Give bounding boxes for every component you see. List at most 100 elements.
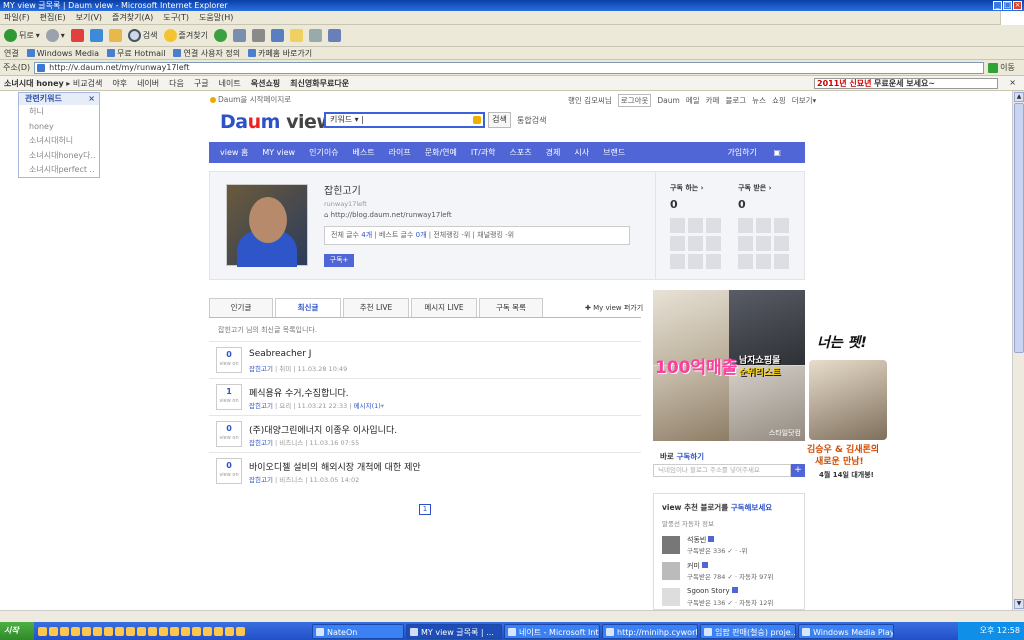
quick-launch-icon[interactable]	[115, 626, 124, 636]
close-button[interactable]: ×	[1013, 1, 1022, 10]
quick-launch-icon[interactable]	[181, 626, 190, 636]
link-cafe-home[interactable]: 카페홈 바로가기	[248, 48, 312, 59]
daum-view-logo[interactable]: Daum view	[220, 111, 334, 133]
search-button[interactable]: 검색	[488, 112, 511, 128]
view-on-count[interactable]: 0 view on	[216, 458, 242, 484]
daumbar-naver[interactable]: 네이버	[137, 78, 159, 89]
menu-favorites[interactable]: 즐겨찾기(A)	[112, 12, 153, 23]
task-ie-nate[interactable]: 네이트 - Microsoft Int...	[504, 623, 600, 639]
nav-best[interactable]: 베스트	[353, 147, 375, 158]
task-project[interactable]: 임팝 판매(철숭) proje...	[700, 623, 796, 639]
search-button[interactable]: 검색	[127, 29, 158, 42]
menu-help[interactable]: 도움말(H)	[199, 12, 233, 23]
quick-launch-icon[interactable]	[203, 626, 212, 636]
daumbar-nate[interactable]: 네이트	[219, 78, 241, 89]
top-link-news[interactable]: 뉴스	[752, 95, 766, 106]
keyword-item[interactable]: honey	[19, 120, 99, 135]
quick-launch-icon[interactable]	[60, 626, 69, 636]
messenger-icon[interactable]	[327, 29, 341, 42]
keyword-item[interactable]: 소녀시대허니	[19, 134, 99, 149]
scroll-thumb[interactable]	[1014, 103, 1024, 353]
top-link-cafe[interactable]: 카페	[706, 95, 720, 106]
quick-launch-icon[interactable]	[38, 626, 47, 636]
movie-ad[interactable]: 너는 펫! 김승우 & 김새론의 새로운 만남! 4월 14일 대개봉!	[807, 332, 889, 485]
top-link-daum[interactable]: Daum	[657, 96, 679, 105]
quick-launch-icon[interactable]	[137, 626, 146, 636]
top-link-more[interactable]: 더보기▾	[792, 95, 816, 106]
full-search-link[interactable]: 통합검색	[517, 115, 546, 126]
mail-icon[interactable]	[232, 29, 246, 42]
minimize-button[interactable]: _	[993, 1, 1002, 10]
nav-view-home[interactable]: view 홈	[220, 147, 248, 158]
tab-subscriptions[interactable]: 구독 목록	[479, 298, 543, 318]
nav-hot-issue[interactable]: 인기이슈	[309, 147, 338, 158]
nav-economy[interactable]: 경제	[546, 147, 561, 158]
quick-launch-icon[interactable]	[236, 626, 245, 636]
keyword-item[interactable]: 소녀시대perfect ..	[19, 163, 99, 178]
history-icon[interactable]	[213, 29, 227, 42]
quick-launch-icon[interactable]	[170, 626, 179, 636]
task-nateon[interactable]: NateOn	[312, 623, 404, 639]
task-media-player[interactable]: Windows Media Player	[798, 623, 894, 639]
view-on-count[interactable]: 1 view on	[216, 384, 242, 410]
start-button[interactable]: 시작	[0, 622, 34, 640]
view-on-count[interactable]: 0 view on	[216, 347, 242, 373]
quick-launch-icon[interactable]	[148, 626, 157, 636]
blogger-row[interactable]: 석동빈 구독받은 336 ✓ · -위	[662, 534, 802, 556]
tab-recommend-live[interactable]: 추천 LIVE	[343, 298, 409, 318]
subscribers-label[interactable]: 구독 받은 ›	[738, 183, 772, 193]
link-customize[interactable]: 연결 사용자 정의	[173, 48, 240, 59]
task-ie-cyworld[interactable]: http://minihp.cyworl...	[602, 623, 698, 639]
nav-current[interactable]: 시사	[574, 147, 589, 158]
menu-file[interactable]: 파일(F)	[4, 12, 30, 23]
quick-launch-icon[interactable]	[214, 626, 223, 636]
close-icon[interactable]: ×	[1009, 78, 1016, 87]
shopping-ad-banner[interactable]: 100억매출 남자쇼핑몰 순위리스트 스타일닷컴	[653, 290, 805, 441]
subscribe-button[interactable]: 구독+	[324, 254, 354, 267]
quick-launch-icon[interactable]	[192, 626, 201, 636]
daumbar-daum[interactable]: 다음	[169, 78, 184, 89]
nav-brand[interactable]: 브랜드	[603, 147, 625, 158]
nav-it[interactable]: IT/과학	[471, 147, 496, 158]
page-1-button[interactable]: 1	[419, 504, 431, 515]
set-start-page-link[interactable]: Daum을 시작페이지로	[210, 94, 291, 105]
home-icon[interactable]	[108, 29, 122, 42]
quick-launch-icon[interactable]	[159, 626, 168, 636]
maximize-button[interactable]: □	[1003, 1, 1012, 10]
subscribe-input[interactable]: 닉네임이나 블로그 주소를 넣어주세요	[653, 464, 791, 477]
top-link-mail[interactable]: 메일	[686, 95, 700, 106]
keyword-item[interactable]: 허니	[19, 105, 99, 120]
daumbar-google[interactable]: 구글	[194, 78, 209, 89]
favorites-button[interactable]: 즐겨찾기	[163, 29, 208, 42]
address-input[interactable]: http://v.daum.net/my/runway17left	[34, 61, 985, 74]
quick-launch-icon[interactable]	[126, 626, 135, 636]
refresh-icon[interactable]	[89, 29, 103, 42]
task-ie-myview[interactable]: MY view 글목록 | ...	[406, 623, 502, 639]
fortune-ad-banner[interactable]: 2011년 신묘년 무료운세 보세요~	[814, 78, 998, 89]
post-title[interactable]: 폐식용유 수거,수집합니다.	[249, 386, 349, 399]
daumbar-yahoo[interactable]: 야후	[112, 78, 127, 89]
quick-launch-icon[interactable]	[93, 626, 102, 636]
blogger-row[interactable]: Sgoon Story 구독받은 136 ✓ · 자동차 12위	[662, 586, 802, 608]
daumbar-movies[interactable]: 최신영화무료다운	[290, 78, 349, 89]
post-title[interactable]: (주)대양그린에너지 이종우 이사입니다.	[249, 423, 397, 436]
back-button[interactable]: 뒤로 ▾	[4, 29, 40, 42]
top-link-shopping[interactable]: 쇼핑	[772, 95, 786, 106]
daumbar-auction[interactable]: 옥션쇼핑	[251, 78, 280, 89]
my-view-share-link[interactable]: ✚ My view 퍼가기	[585, 303, 643, 313]
post-title[interactable]: Seabreacher J	[249, 349, 311, 359]
scroll-down-icon[interactable]: ▼	[1014, 599, 1024, 609]
top-link-blog[interactable]: 블로그	[725, 95, 746, 106]
view-on-count[interactable]: 0 view on	[216, 421, 242, 447]
join-button[interactable]: 가입하기 ▣	[727, 147, 781, 158]
go-button[interactable]: 이동	[988, 62, 1015, 73]
daum-search-box[interactable]: 소녀시대 honey ▸ 비교검색	[4, 78, 102, 89]
post-title[interactable]: 바이오디젤 설비의 해외시장 개척에 대한 제안	[249, 460, 421, 473]
nav-life[interactable]: 라이프	[389, 147, 411, 158]
close-icon[interactable]: ×	[88, 93, 95, 105]
profile-blog-link[interactable]: ⌂ http://blog.daum.net/runway17left	[324, 211, 452, 219]
nav-culture[interactable]: 문화/연예	[425, 147, 457, 158]
subscribe-add-button[interactable]: +	[791, 464, 805, 477]
tab-message-live[interactable]: 메시지 LIVE	[411, 298, 477, 318]
nav-sports[interactable]: 스포츠	[510, 147, 532, 158]
